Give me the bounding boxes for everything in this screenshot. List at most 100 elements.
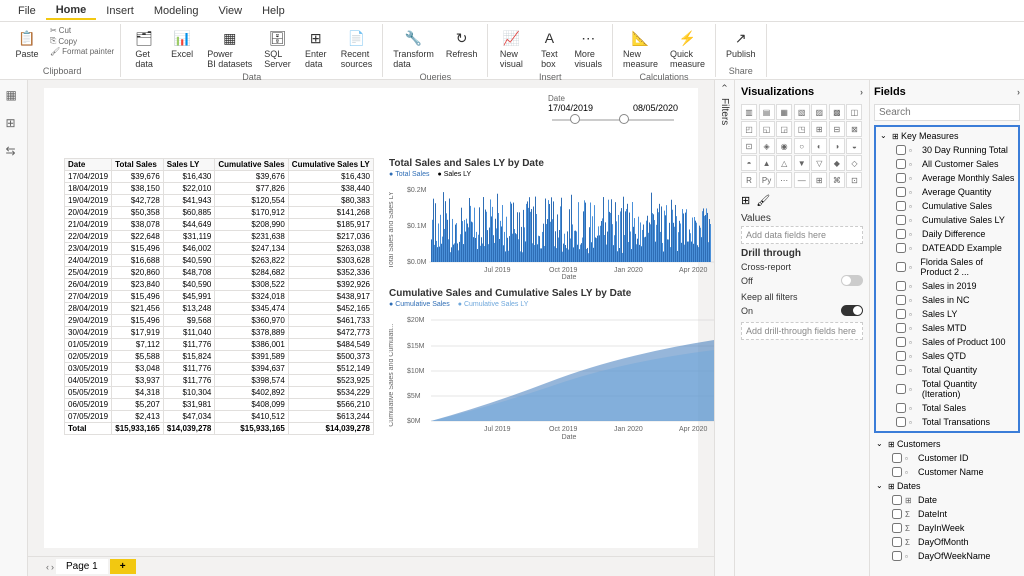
fields-search-input[interactable]	[874, 104, 1020, 121]
viz-type-icon[interactable]: Py	[759, 172, 775, 188]
field-sales-mtd[interactable]: ▫Sales MTD	[878, 321, 1016, 335]
viz-type-icon[interactable]: —	[794, 172, 810, 188]
quick-measure-button[interactable]: ⚡Quickmeasure	[666, 26, 709, 71]
more-visuals-button[interactable]: ⋯Morevisuals	[570, 26, 606, 71]
model-view-icon[interactable]: ⇆	[6, 144, 22, 160]
menu-file[interactable]: File	[8, 3, 46, 19]
menu-home[interactable]: Home	[46, 2, 97, 20]
viz-type-icon[interactable]: ▦	[776, 104, 792, 120]
table-row[interactable]: 04/05/2019$3,937$11,776$398,574$523,925	[65, 375, 374, 387]
field-sales-qtd[interactable]: ▫Sales QTD	[878, 349, 1016, 363]
viz-type-icon[interactable]: ⊡	[741, 138, 757, 154]
field-average-quantity[interactable]: ▫Average Quantity	[878, 185, 1016, 199]
table-row[interactable]: 07/05/2019$2,413$47,034$410,512$613,244	[65, 411, 374, 423]
format-painter-button[interactable]: 🖌Format painter	[50, 47, 114, 56]
table-row[interactable]: 20/04/2019$50,358$60,885$170,912$141,268	[65, 207, 374, 219]
recent-sources-button[interactable]: 📄Recentsources	[337, 26, 377, 71]
field-cumulative-sales-ly[interactable]: ▫Cumulative Sales LY	[878, 213, 1016, 227]
field-total-quantity--iteration-[interactable]: ▫Total Quantity (Iteration)	[878, 377, 1016, 401]
sql-server-button[interactable]: 🗄SQLServer	[260, 26, 295, 71]
table-row[interactable]: 22/04/2019$22,648$31,119$231,638$217,036	[65, 231, 374, 243]
field-dateadd-example[interactable]: ▫DATEADD Example	[878, 241, 1016, 255]
table-row[interactable]: 23/04/2019$15,496$46,002$247,134$263,038	[65, 243, 374, 255]
report-view-icon[interactable]: ▦	[6, 88, 22, 104]
table-row[interactable]: 06/05/2019$5,207$31,981$408,099$566,210	[65, 399, 374, 411]
viz-type-icon[interactable]: ◆	[829, 155, 845, 171]
values-well[interactable]: Add data fields here	[741, 226, 863, 244]
viz-type-icon[interactable]: ⊟	[829, 121, 845, 137]
viz-type-icon[interactable]: ▧	[794, 104, 810, 120]
viz-type-icon[interactable]: ▩	[829, 104, 845, 120]
chevron-right-icon[interactable]: ›	[860, 87, 863, 97]
viz-type-icon[interactable]: ⊡	[846, 172, 862, 188]
publish-button[interactable]: ↗Publish	[722, 26, 760, 61]
viz-type-icon[interactable]: ◇	[846, 155, 862, 171]
menu-insert[interactable]: Insert	[96, 3, 144, 19]
viz-type-icon[interactable]: ▤	[759, 104, 775, 120]
table-row[interactable]: 26/04/2019$23,840$40,590$308,522$392,926	[65, 279, 374, 291]
table-row[interactable]: 29/04/2019$15,496$9,568$360,970$461,733	[65, 315, 374, 327]
field-dateint[interactable]: ΣDateInt	[874, 507, 1020, 521]
total-sales-chart[interactable]: Total Sales and Sales LY by Date Total S…	[389, 158, 714, 283]
viz-type-icon[interactable]: ◰	[741, 121, 757, 137]
field-customer-name[interactable]: ▫Customer Name	[874, 465, 1020, 479]
prev-page-icon[interactable]: ‹	[46, 562, 49, 572]
fields-tab-icon[interactable]: ⊞	[741, 194, 750, 207]
cumulative-sales-chart[interactable]: Cumulative Sales and Cumulative Sales LY…	[389, 288, 714, 443]
menu-help[interactable]: Help	[252, 3, 295, 19]
slider-track[interactable]	[552, 119, 674, 121]
field-total-sales[interactable]: ▫Total Sales	[878, 401, 1016, 415]
viz-type-icon[interactable]: △	[776, 155, 792, 171]
get-data-button[interactable]: 🗂Getdata	[127, 26, 161, 71]
transform-data-button[interactable]: 🔧Transformdata	[389, 26, 438, 71]
table-row[interactable]: 27/04/2019$15,496$45,991$324,018$438,917	[65, 291, 374, 303]
power-bi-datasets-button[interactable]: ▦PowerBI datasets	[203, 26, 256, 71]
text-box-button[interactable]: ATextbox	[532, 26, 566, 71]
field-all-customer-sales[interactable]: ▫All Customer Sales	[878, 157, 1016, 171]
viz-type-icon[interactable]: ⌘	[829, 172, 845, 188]
field-dayofweekname[interactable]: ▫DayOfWeekName	[874, 549, 1020, 563]
field-total-quantity[interactable]: ▫Total Quantity	[878, 363, 1016, 377]
slider-thumb-start[interactable]	[570, 114, 580, 124]
table-row[interactable]: 05/05/2019$4,318$10,304$402,892$534,229	[65, 387, 374, 399]
field-average-monthly-sales[interactable]: ▫Average Monthly Sales	[878, 171, 1016, 185]
table-row[interactable]: 03/05/2019$3,048$11,776$394,637$512,149	[65, 363, 374, 375]
viz-type-icon[interactable]: ◐	[811, 138, 827, 154]
slider-thumb-end[interactable]	[619, 114, 629, 124]
viz-type-icon[interactable]: ◱	[759, 121, 775, 137]
field-date[interactable]: ⊞Date	[874, 493, 1020, 507]
date-slicer[interactable]: Date 17/04/201908/05/2020	[548, 94, 678, 127]
viz-type-icon[interactable]: ◫	[846, 104, 862, 120]
table-row[interactable]: 02/05/2019$5,588$15,824$391,589$500,373	[65, 351, 374, 363]
cross-report-toggle[interactable]	[841, 275, 863, 286]
dates-table[interactable]: ⊞ Dates	[874, 479, 1020, 493]
enter-data-button[interactable]: ⊞Enterdata	[299, 26, 333, 71]
viz-type-icon[interactable]: ◓	[741, 155, 757, 171]
next-page-icon[interactable]: ›	[51, 562, 54, 572]
table-row[interactable]: 18/04/2019$38,150$22,010$77,826$38,440	[65, 183, 374, 195]
keep-filters-toggle[interactable]	[841, 305, 863, 316]
page-tab[interactable]: Page 1	[56, 559, 108, 574]
viz-type-icon[interactable]: ▽	[811, 155, 827, 171]
viz-type-icon[interactable]: ◉	[776, 138, 792, 154]
field-sales-of-product-100[interactable]: ▫Sales of Product 100	[878, 335, 1016, 349]
viz-type-icon[interactable]: ◲	[776, 121, 792, 137]
table-row[interactable]: 17/04/2019$39,676$16,430$39,676$16,430	[65, 171, 374, 183]
field-total-transations[interactable]: ▫Total Transations	[878, 415, 1016, 429]
sales-table[interactable]: DateTotal SalesSales LYCumulative SalesC…	[64, 158, 374, 435]
viz-type-icon[interactable]: ▨	[811, 104, 827, 120]
data-view-icon[interactable]: ⊞	[6, 116, 22, 132]
table-row[interactable]: 19/04/2019$42,728$41,943$120,554$80,383	[65, 195, 374, 207]
format-tab-icon[interactable]: 🖌	[756, 194, 770, 207]
table-row[interactable]: 25/04/2019$20,860$48,708$284,682$352,336	[65, 267, 374, 279]
copy-button[interactable]: ⎘Copy	[50, 36, 114, 46]
field-sales-in-2019[interactable]: ▫Sales in 2019	[878, 279, 1016, 293]
viz-type-icon[interactable]: ◒	[846, 138, 862, 154]
table-row[interactable]: 21/04/2019$38,078$44,649$208,990$185,917	[65, 219, 374, 231]
viz-type-icon[interactable]: ⋯	[776, 172, 792, 188]
viz-type-icon[interactable]: ▼	[794, 155, 810, 171]
new-measure-button[interactable]: 📐Newmeasure	[619, 26, 662, 71]
key-measures-table[interactable]: ⊞ Key Measures	[878, 129, 1016, 143]
cut-button[interactable]: ✂Cut	[50, 26, 114, 35]
viz-type-icon[interactable]: ○	[794, 138, 810, 154]
